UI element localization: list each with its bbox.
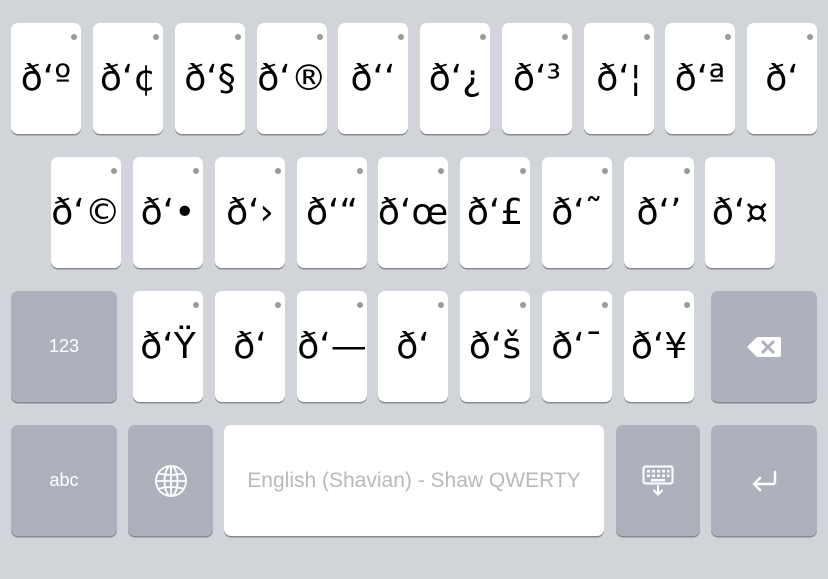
- alternate-dot: [602, 168, 608, 174]
- alternate-dot: [317, 34, 323, 40]
- key-row1-6[interactable]: ð‘¿: [420, 23, 490, 134]
- alternate-dot: [193, 302, 199, 308]
- key-glyph: ð‘œ: [377, 191, 449, 233]
- alternate-dot: [275, 302, 281, 308]
- key-glyph: ð‘: [765, 57, 799, 99]
- key-row2-8[interactable]: ð‘’: [624, 157, 694, 268]
- key-glyph: ð‘®: [257, 57, 327, 99]
- abc-key[interactable]: abc: [11, 425, 117, 536]
- key-glyph: ð‘³: [513, 57, 561, 99]
- delete-key[interactable]: [711, 291, 817, 402]
- alternate-dot: [480, 34, 486, 40]
- key-glyph: ð‘: [396, 325, 430, 367]
- key-row1-8[interactable]: ð‘¦: [584, 23, 654, 134]
- alternate-dot: [438, 302, 444, 308]
- space-bar-label: English (Shavian) - Shaw QWERTY: [247, 468, 581, 492]
- key-glyph: ð‘›: [226, 191, 274, 233]
- alternate-dot: [602, 302, 608, 308]
- key-row2-1[interactable]: ð‘©: [51, 157, 121, 268]
- alternate-dot: [275, 168, 281, 174]
- alternate-dot: [438, 168, 444, 174]
- key-row1-5[interactable]: ð‘‘: [338, 23, 408, 134]
- alternate-dot: [153, 34, 159, 40]
- alternate-dot: [684, 302, 690, 308]
- key-glyph: ð‘“: [305, 191, 359, 233]
- key-glyph: ð‘ª: [674, 57, 726, 99]
- key-row2-2[interactable]: ð‘•: [133, 157, 203, 268]
- alternate-dot: [562, 34, 568, 40]
- key-row3-4[interactable]: ð‘: [378, 291, 448, 402]
- key-row1-1[interactable]: ð‘º: [11, 23, 81, 134]
- key-glyph: ð‘¦: [596, 57, 642, 99]
- key-glyph: ð‘˜: [551, 191, 603, 233]
- key-glyph: ð‘: [233, 325, 267, 367]
- alternate-dot: [398, 34, 404, 40]
- space-bar[interactable]: English (Shavian) - Shaw QWERTY: [224, 425, 604, 536]
- key-glyph: ð‘¯: [551, 325, 603, 367]
- alternate-dot: [235, 34, 241, 40]
- key-glyph: ð‘º: [20, 57, 72, 99]
- key-glyph: ð‘¤: [711, 191, 769, 233]
- alternate-dot: [520, 302, 526, 308]
- key-glyph: ð‘—: [297, 325, 367, 367]
- alternate-dot: [725, 34, 731, 40]
- key-row3-5[interactable]: ð‘š: [460, 291, 530, 402]
- key-glyph: ð‘š: [468, 325, 522, 367]
- numbers-key[interactable]: 123: [11, 291, 117, 402]
- key-row1-9[interactable]: ð‘ª: [665, 23, 735, 134]
- globe-icon: [154, 464, 187, 497]
- key-glyph: ð‘Ÿ: [140, 325, 196, 367]
- key-row1-2[interactable]: ð‘¢: [93, 23, 163, 134]
- key-row2-7[interactable]: ð‘˜: [542, 157, 612, 268]
- globe-key[interactable]: [128, 425, 213, 536]
- key-row3-3[interactable]: ð‘—: [297, 291, 367, 402]
- alternate-dot: [644, 34, 650, 40]
- keyboard-dismiss-icon: [642, 465, 674, 495]
- alternate-dot: [520, 168, 526, 174]
- key-glyph: ð‘’: [636, 191, 682, 233]
- key-row3-7[interactable]: ð‘¥: [624, 291, 694, 402]
- alternate-dot: [684, 168, 690, 174]
- key-glyph: ð‘£: [466, 191, 524, 233]
- alternate-dot: [357, 168, 363, 174]
- key-row2-4[interactable]: ð‘“: [297, 157, 367, 268]
- key-row1-7[interactable]: ð‘³: [502, 23, 572, 134]
- key-glyph: ð‘©: [51, 191, 121, 233]
- alternate-dot: [111, 168, 117, 174]
- key-row1-4[interactable]: ð‘®: [257, 23, 327, 134]
- key-glyph: ð‘•: [140, 191, 196, 233]
- alternate-dot: [357, 302, 363, 308]
- key-row2-6[interactable]: ð‘£: [460, 157, 530, 268]
- key-glyph: ð‘¢: [99, 57, 157, 99]
- key-glyph: ð‘‘: [350, 57, 396, 99]
- key-glyph: ð‘¥: [630, 325, 688, 367]
- return-icon: [752, 470, 777, 491]
- alternate-dot: [71, 34, 77, 40]
- dismiss-keyboard-key[interactable]: [616, 425, 700, 536]
- return-key[interactable]: [711, 425, 817, 536]
- alternate-dot: [807, 34, 813, 40]
- key-row1-3[interactable]: ð‘§: [175, 23, 245, 134]
- alternate-dot: [193, 168, 199, 174]
- key-glyph: ð‘§: [184, 57, 236, 99]
- key-row3-6[interactable]: ð‘¯: [542, 291, 612, 402]
- key-row2-3[interactable]: ð‘›: [215, 157, 285, 268]
- key-row1-10[interactable]: ð‘: [747, 23, 817, 134]
- numbers-key-label: 123: [48, 336, 80, 356]
- key-glyph: ð‘¿: [428, 57, 482, 99]
- key-row3-1[interactable]: ð‘Ÿ: [133, 291, 203, 402]
- backspace-icon: [747, 336, 781, 357]
- key-row2-5[interactable]: ð‘œ: [378, 157, 448, 268]
- key-row2-9[interactable]: ð‘¤: [705, 157, 775, 268]
- abc-key-label: abc: [49, 470, 79, 490]
- key-row3-2[interactable]: ð‘: [215, 291, 285, 402]
